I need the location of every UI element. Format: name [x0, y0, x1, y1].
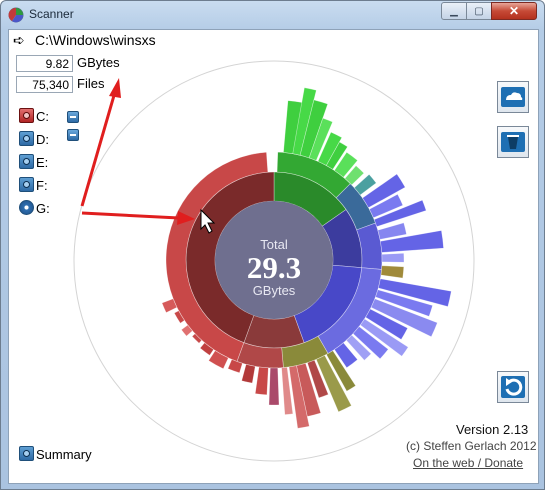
summary-icon	[19, 446, 34, 461]
maximize-button[interactable]: ▢	[466, 2, 492, 20]
web-donate-link[interactable]: On the web / Donate	[413, 456, 523, 470]
cloud-button[interactable]	[497, 81, 529, 113]
scanner-window: Scanner ▁ ▢ ✕ ➪ C:\Windows\winsxs 9.82 GB…	[0, 0, 545, 490]
close-button[interactable]: ✕	[491, 2, 537, 20]
segment-mixed[interactable]	[243, 315, 305, 349]
minimize-button[interactable]: ▁	[441, 2, 467, 20]
scanner-app-icon	[8, 7, 24, 23]
center-unit: GBytes	[253, 283, 296, 298]
summary-button[interactable]: Summary	[19, 446, 92, 462]
center-value: 29.3	[247, 250, 301, 285]
title-bar[interactable]: Scanner ▁ ▢ ✕	[1, 1, 544, 29]
refresh-button[interactable]	[497, 371, 529, 403]
trash-icon	[501, 132, 525, 152]
segment-leaf[interactable]	[268, 367, 280, 406]
copyright-text: (c) Steffen Gerlach 2012	[406, 439, 537, 453]
window-title: Scanner	[29, 7, 74, 21]
segment-leaf[interactable]	[381, 252, 405, 263]
sunburst-chart[interactable]: Total 29.3 GBytes	[9, 30, 538, 483]
version-text: Version 2.13	[456, 422, 529, 437]
summary-label: Summary	[36, 447, 92, 462]
delete-button[interactable]	[497, 126, 529, 158]
main-panel: ➪ C:\Windows\winsxs 9.82 GBytes 75,340 Fi…	[8, 29, 539, 484]
cloud-icon	[501, 87, 525, 107]
refresh-icon	[501, 376, 525, 398]
